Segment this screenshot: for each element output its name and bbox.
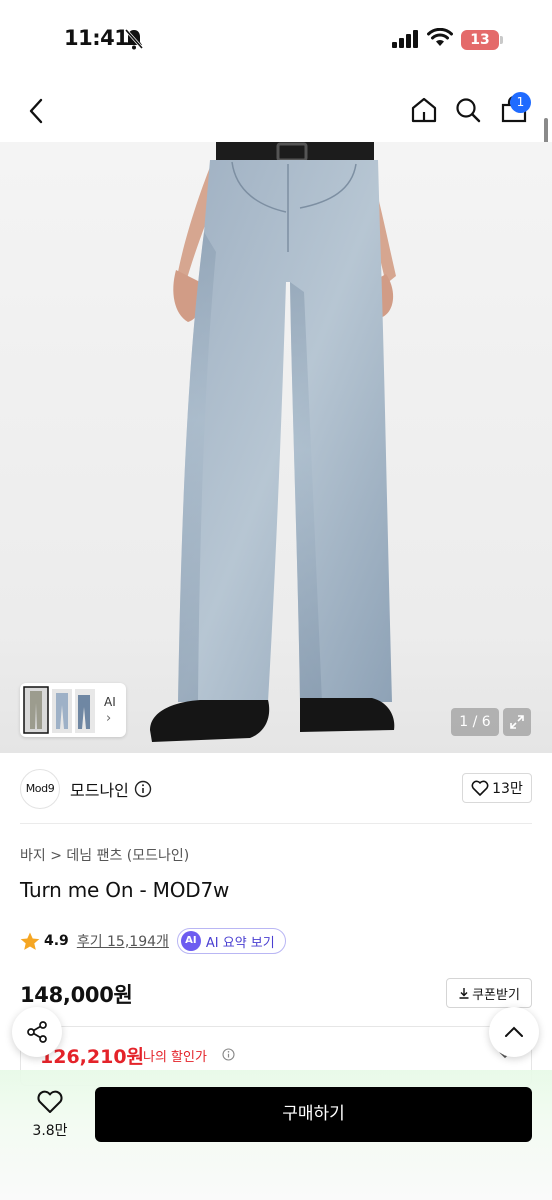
discount-label: 나의 할인가 [143,1050,207,1065]
home-button[interactable] [406,92,442,128]
breadcrumb[interactable]: 바지 > 데님 팬츠 (모드나인) [20,845,189,865]
chevron-up-icon [505,1026,523,1037]
share-button[interactable] [12,1007,62,1057]
star-icon [20,932,40,950]
product-image[interactable] [0,142,552,753]
coupon-button[interactable]: 쿠폰받기 [446,978,532,1008]
info-icon[interactable] [222,1048,235,1061]
heart-icon [37,1090,63,1113]
info-icon[interactable] [134,780,152,798]
expand-icon [510,715,524,729]
buy-button[interactable]: 구매하기 [95,1087,532,1142]
heart-icon [471,780,489,796]
bell-slash-icon [124,29,144,50]
brand-name[interactable]: 모드나인 [70,777,129,801]
download-icon [459,988,469,999]
rating-row: 4.9 후기 15,194개 AI AI 요약 보기 [20,928,286,954]
status-bar: 11:41 13 [0,0,552,80]
scroll-to-top-button[interactable] [489,1007,539,1057]
wishlist-button[interactable]: 3.8만 [22,1090,78,1146]
share-icon [27,1021,47,1043]
expand-image-button[interactable] [503,708,531,736]
wifi-icon [427,28,453,46]
gallery-thumbnail-strip[interactable]: AI › [20,683,126,737]
search-button[interactable] [450,92,486,128]
rating-value: 4.9 [44,933,69,949]
coupon-label: 쿠폰받기 [472,987,520,1003]
section-divider [20,823,532,824]
ai-badge-icon: AI [180,931,201,951]
home-icon [411,97,437,123]
thumbnail-images [23,686,95,734]
battery-indicator: 13 [461,30,499,50]
chevron-right-icon: › [106,711,112,726]
cart-count-badge: 1 [510,92,531,113]
image-counter: 1 / 6 [451,708,499,736]
reviews-link[interactable]: 후기 15,194개 [77,931,169,951]
wishlist-count: 3.8만 [32,1123,68,1139]
back-icon [29,98,43,124]
product-title: Turn me On - MOD7w [20,878,230,902]
ai-summary-label: AI 요약 보기 [205,935,275,951]
brand-logo[interactable]: Mod9 [20,769,60,809]
status-time: 11:41 [64,26,129,50]
thumbnail-ai-label: AI [104,695,116,709]
top-navigation [0,80,552,142]
battery-nub [500,36,503,44]
brand-like-button[interactable]: 13만 [462,773,532,803]
brand-like-count: 13만 [492,781,523,797]
product-price: 148,000원 [20,983,133,1007]
ai-summary-button[interactable]: AI AI 요약 보기 [176,928,286,954]
product-photo-jeans [150,142,396,742]
search-icon [456,98,481,123]
signal-icon [392,30,418,48]
back-button[interactable] [20,94,52,128]
